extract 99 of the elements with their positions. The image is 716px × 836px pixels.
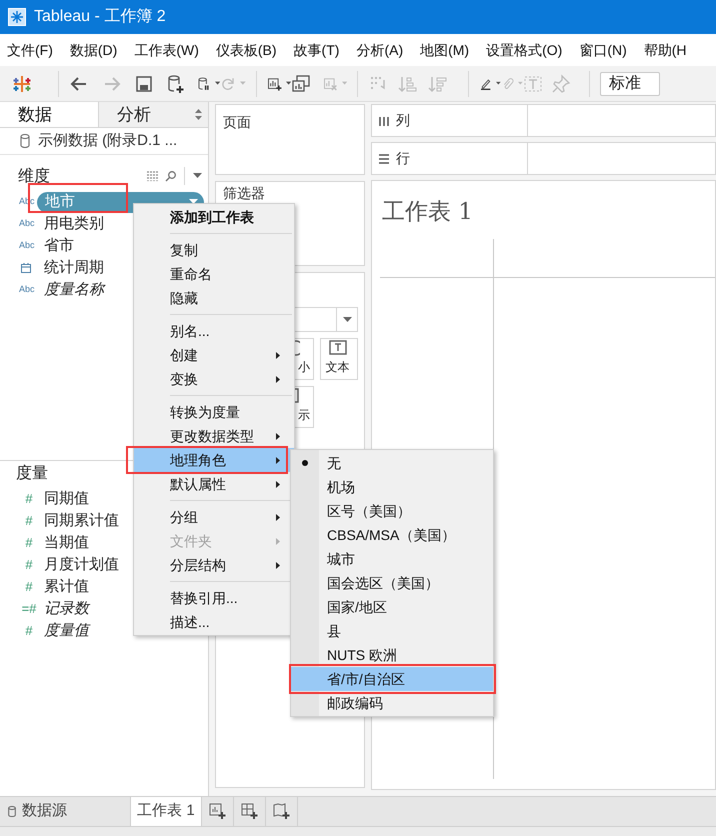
menu-item[interactable]: 故事(T) [294, 40, 340, 60]
data-source-name[interactable]: 示例数据 (附录D.1 ... [38, 130, 178, 152]
submenu-arrow-icon [276, 562, 280, 568]
menu-item[interactable]: 邮政编码 [291, 691, 493, 715]
menu-item[interactable]: 变换 [134, 367, 294, 391]
menu-item[interactable]: 隐藏 [134, 286, 294, 310]
menu-item[interactable]: 国家/地区 [291, 595, 493, 619]
field-item[interactable]: 统计周期 [44, 256, 104, 280]
list-view-icon[interactable] [147, 171, 159, 181]
menu-item[interactable]: 城市 [291, 547, 493, 571]
submenu-arrow-icon [276, 538, 280, 544]
dropdown-caret-icon[interactable] [193, 173, 202, 179]
app-logo-icon [8, 8, 26, 26]
card-title: 筛选器 [223, 185, 266, 201]
text-mark-icon [328, 340, 346, 356]
menu-item[interactable]: 描述... [134, 610, 294, 634]
menu-item[interactable]: 重命名 [134, 262, 294, 286]
field-item[interactable]: 同期累计值 [44, 510, 119, 532]
new-story-icon[interactable] [273, 803, 290, 820]
menu-item[interactable]: 分层结构 [134, 553, 294, 577]
submenu-arrow-icon [276, 352, 280, 358]
measure-type-icon: =# [19, 599, 39, 619]
menu-item[interactable]: 设置格式(O) [486, 40, 562, 60]
menu-item[interactable]: 仪表板(B) [216, 40, 277, 60]
marks-button[interactable]: 文本 [320, 338, 358, 380]
fit-dropdown[interactable]: 标准 [600, 72, 660, 96]
menu-item[interactable]: 复制 [134, 238, 294, 262]
save-icon[interactable] [134, 74, 154, 94]
submenu-arrow-icon [276, 376, 280, 382]
menu-item[interactable]: 创建 [134, 343, 294, 367]
menu-item[interactable]: 工作表(W) [134, 40, 199, 60]
pane-tab[interactable]: 分析 [98, 102, 208, 127]
duplicate-chart-icon[interactable] [291, 74, 311, 94]
caret-icon[interactable] [496, 81, 501, 86]
submenu-arrow-icon [276, 432, 280, 440]
menu-item[interactable]: 分组 [134, 505, 294, 529]
measure-type-icon: # [19, 621, 39, 641]
menu-item[interactable]: 省/市/自治区 [291, 667, 493, 691]
sheet-tab[interactable]: 工作表 1 [130, 797, 202, 826]
field-item[interactable]: 累计值 [44, 576, 89, 598]
columns-icon [378, 114, 390, 126]
menu-item[interactable]: 县 [291, 619, 493, 643]
database-icon [20, 134, 30, 148]
menu-item[interactable]: 窗口(N) [579, 40, 627, 60]
tableau-logo-icon[interactable] [12, 74, 32, 94]
card-title: 页面 [223, 114, 251, 130]
field-item[interactable]: 用电类别 [44, 212, 104, 236]
new-worksheet-icon[interactable] [209, 803, 226, 820]
string-type-icon: Abc [19, 217, 39, 231]
menu-item[interactable]: 机场 [291, 475, 493, 499]
dropdown-caret-icon [342, 316, 352, 322]
section-header: 维度 [18, 166, 50, 187]
new-dashboard-icon[interactable] [241, 803, 258, 820]
field-item[interactable]: 月度计划值 [44, 554, 119, 576]
menu-item[interactable]: 区号（美国） [291, 499, 493, 523]
field-item[interactable]: 度量值 [44, 620, 89, 642]
field-item[interactable]: 记录数 [44, 598, 89, 620]
menu-item[interactable]: 帮助(H [644, 40, 687, 60]
menu-item[interactable]: 替换引用... [134, 586, 294, 610]
menu-item[interactable]: 地理角色 [134, 448, 294, 472]
menu-item[interactable]: 地图(M) [420, 40, 470, 60]
shelf-label: 列 [396, 111, 410, 130]
string-type-icon: Abc [19, 283, 39, 297]
field-item[interactable]: 当期值 [44, 532, 89, 554]
sort-arrows-icon [195, 109, 202, 120]
calendar-icon [21, 263, 31, 273]
menu-item[interactable]: 分析(A) [356, 40, 404, 60]
field-item[interactable]: 同期值 [44, 488, 89, 510]
rows-icon [378, 152, 390, 164]
field-item[interactable]: 度量名称 [44, 278, 104, 302]
menu-item[interactable]: 数据(D) [70, 40, 118, 60]
caret-icon[interactable] [286, 81, 291, 86]
submenu-arrow-icon [276, 480, 280, 488]
shelf-label: 行 [396, 149, 410, 168]
string-type-icon: Abc [19, 239, 39, 253]
menu-item[interactable]: 别名... [134, 319, 294, 343]
window-title: Tableau - 工作簿 2 [34, 7, 166, 27]
submenu-arrow-icon [276, 456, 280, 464]
dropdown-caret-icon [189, 199, 198, 205]
measure-type-icon: # [19, 577, 39, 597]
field-item[interactable]: 省市 [44, 234, 74, 258]
menu-item[interactable]: 国会选区（美国） [291, 571, 493, 595]
menu-item[interactable]: 无 [291, 451, 493, 475]
sheet-title: 工作表 1 [381, 198, 474, 227]
measure-type-icon: # [19, 555, 39, 575]
menu-item[interactable]: CBSA/MSA（美国） [291, 523, 493, 547]
menu-item[interactable]: 更改数据类型 [134, 424, 294, 448]
database-icon [8, 806, 16, 817]
search-icon[interactable] [165, 170, 176, 182]
menu-item[interactable]: 默认属性 [134, 472, 294, 496]
menu-item[interactable]: 文件(F) [7, 40, 53, 60]
menu-item[interactable]: NUTS 欧洲 [291, 643, 493, 667]
menu-item[interactable]: 转换为度量 [134, 400, 294, 424]
submenu-arrow-icon [276, 514, 280, 520]
caret-icon[interactable] [214, 81, 220, 86]
measure-type-icon: # [19, 533, 39, 553]
section-header: 度量 [16, 464, 48, 484]
measure-type-icon: # [19, 511, 39, 531]
measure-type-icon: # [19, 489, 39, 509]
